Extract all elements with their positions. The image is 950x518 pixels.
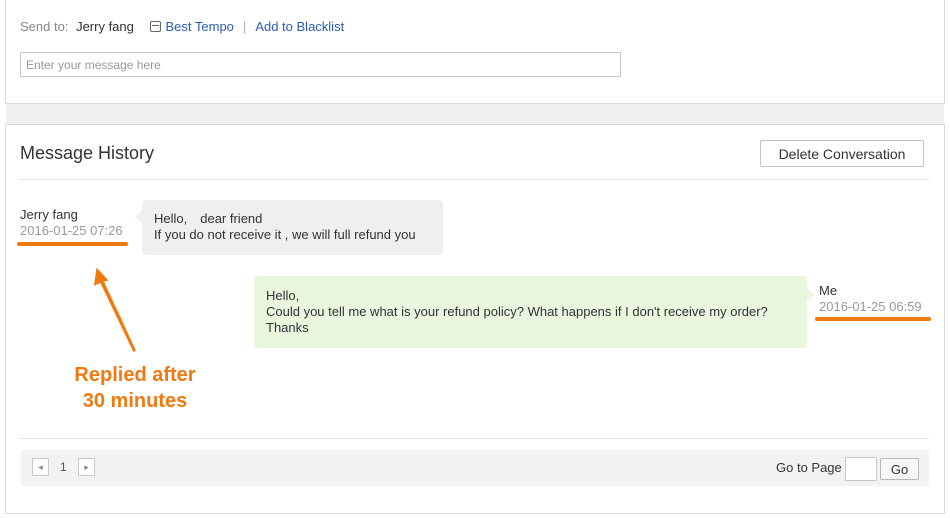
store-link[interactable]: Best Tempo (166, 19, 234, 34)
current-page-number[interactable]: 1 (60, 460, 67, 474)
message-bubble-incoming: Hello, dear friend If you do not receive… (135, 200, 443, 255)
message-bubble-outgoing: Hello, Could you tell me what is your re… (254, 276, 814, 348)
chevron-right-icon[interactable]: ▸ (78, 458, 95, 476)
go-button[interactable]: Go (880, 458, 919, 480)
divider-top (20, 179, 929, 180)
message-history-title: Message History (20, 143, 155, 163)
message-sender: Me (819, 283, 838, 298)
page-number-input[interactable] (845, 457, 877, 481)
recipient-name: Jerry fang (76, 19, 134, 34)
add-to-blacklist-link[interactable]: Add to Blacklist (255, 19, 344, 34)
message-timestamp: 2016-01-25 06:59 (819, 299, 922, 314)
go-to-page-label: Go to Page (776, 460, 842, 475)
send-to-label: Send to: (20, 19, 69, 34)
send-to-row: Send to: Jerry fang Best Tempo | Add to Bl… (20, 19, 344, 34)
message-line: Thanks (266, 320, 309, 335)
divider-bottom (20, 438, 929, 439)
annotation-line: Replied after (74, 364, 196, 386)
timestamp-highlight (815, 317, 931, 321)
message-input[interactable] (20, 52, 621, 77)
delete-conversation-button[interactable]: Delete Conversation (760, 140, 924, 167)
annotation-line: 30 minutes (82, 390, 188, 412)
chevron-left-icon[interactable]: ◂ (32, 458, 49, 476)
message-line: Could you tell me what is your refund po… (266, 304, 768, 319)
timestamp-highlight (17, 242, 128, 246)
store-icon (149, 21, 161, 32)
reply-time-annotation: Replied after 30 minutes (60, 362, 210, 414)
separator: | (242, 19, 247, 34)
section-divider (6, 104, 944, 125)
pagination-bar: ◂ 1 ▸ Go to Page Go (21, 450, 929, 486)
message-line: Hello, (266, 288, 300, 303)
message-sender: Jerry fang (20, 207, 78, 222)
message-timestamp: 2016-01-25 07:26 (20, 223, 123, 238)
message-line: If you do not receive it , we will full … (154, 227, 416, 242)
message-line: Hello, dear friend (154, 211, 263, 226)
